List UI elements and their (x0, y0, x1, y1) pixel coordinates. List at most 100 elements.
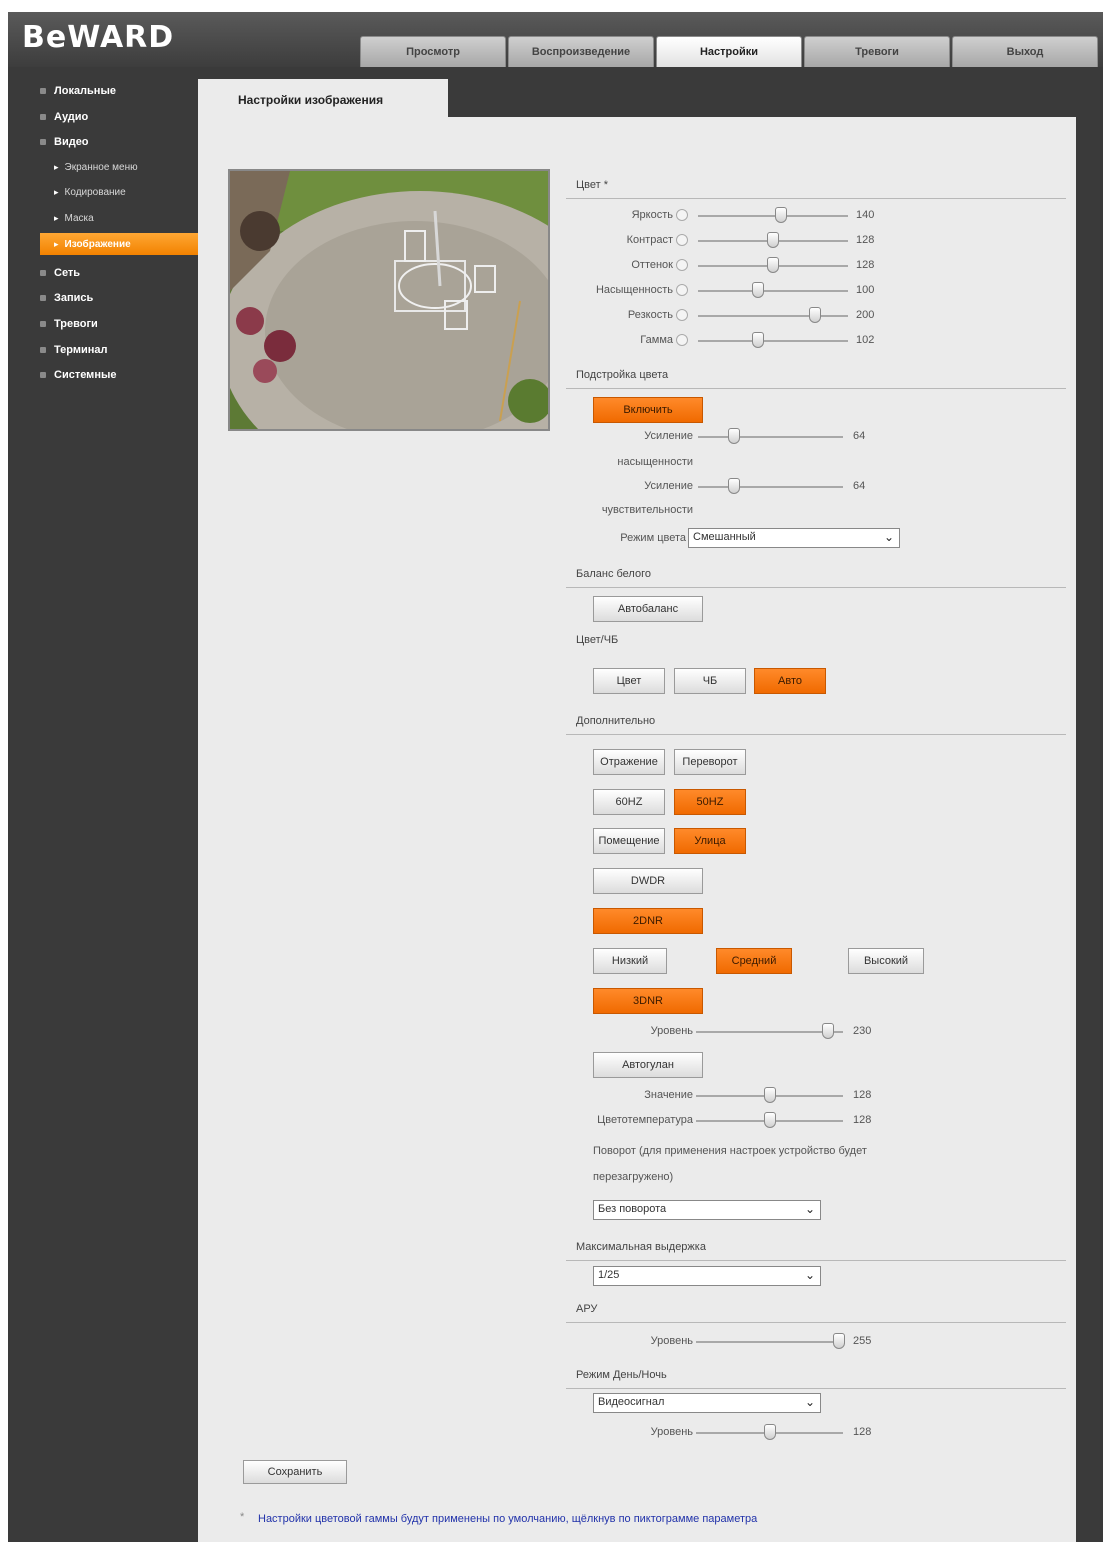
tab-playback[interactable]: Воспроизведение (508, 36, 654, 67)
bullet-icon (40, 372, 46, 378)
chevron-right-icon: ▸ (54, 238, 59, 249)
sidebar-item-video[interactable]: Видео (8, 131, 198, 153)
3dnr-level-label: Уровень (650, 1025, 693, 1037)
flip-button[interactable]: Переворот (674, 749, 746, 775)
color-slider-track (698, 315, 848, 317)
bullet-icon (40, 139, 46, 145)
tab-settings[interactable]: Настройки (656, 36, 802, 67)
hz60-button[interactable]: 60HZ (593, 789, 665, 815)
daynight-select[interactable]: Видеосигнал ⌄ (593, 1393, 821, 1413)
sidebar-item-label: Видео (54, 136, 89, 148)
sidebar-item-label: Тревоги (54, 318, 98, 330)
divider (566, 1260, 1066, 1261)
bullet-icon (40, 270, 46, 276)
auto-white-balance-button[interactable]: Автобаланс (593, 596, 703, 622)
3dnr-button[interactable]: 3DNR (593, 988, 703, 1014)
autogain-button[interactable]: Автогулан (593, 1052, 703, 1078)
tab-view[interactable]: Просмотр (360, 36, 506, 67)
dwdr-button[interactable]: DWDR (593, 868, 703, 894)
daynight-level-slider[interactable] (763, 1424, 776, 1440)
sidebar-sub-image[interactable]: ▸ Изображение (40, 233, 198, 255)
color-slider-thumb[interactable] (752, 332, 764, 348)
reset-icon[interactable] (676, 234, 688, 246)
sidebar-item-local[interactable]: Локальные (8, 80, 198, 102)
content-panel: Настройки изображения Цвет * Яркость 140… (198, 79, 1076, 1542)
sidebar-item-label: Системные (54, 369, 117, 381)
3dnr-level-slider[interactable] (822, 1023, 835, 1039)
divider (566, 388, 1066, 389)
reset-icon[interactable] (676, 309, 688, 321)
section-color-bw-label: Цвет/ЧБ (576, 634, 619, 646)
outdoor-button[interactable]: Улица (674, 828, 746, 854)
sidebar-item-record[interactable]: Запись (8, 287, 198, 309)
sidebar-item-system[interactable]: Системные (8, 364, 198, 386)
camera-preview (228, 169, 550, 431)
reset-icon[interactable] (676, 334, 688, 346)
sidebar-sub-mask[interactable]: ▸ Маска (8, 207, 198, 229)
reset-icon[interactable] (676, 209, 688, 221)
sidebar-item-terminal[interactable]: Терминал (8, 339, 198, 361)
color-temp-label: Цветотемпература (597, 1114, 693, 1126)
save-button[interactable]: Сохранить (243, 1460, 347, 1484)
bw-mode-button[interactable]: ЧБ (674, 668, 746, 694)
section-daynight-label: Режим День/Ночь (576, 1369, 667, 1381)
color-mode-select[interactable]: Смешанный ⌄ (688, 528, 900, 548)
level-high-button[interactable]: Высокий (848, 948, 924, 974)
color-temp-slider[interactable] (763, 1112, 776, 1128)
reset-icon[interactable] (676, 259, 688, 271)
color-slider-thumb[interactable] (767, 257, 779, 273)
color-slider-thumb[interactable] (752, 282, 764, 298)
sidebar-item-label: Аудио (54, 111, 89, 123)
agc-level-slider[interactable] (832, 1333, 845, 1349)
sidebar-sub-label: Маска (64, 212, 94, 224)
tab-logout[interactable]: Выход (952, 36, 1098, 67)
color-slider-value: 140 (856, 209, 875, 221)
bullet-icon (40, 295, 46, 301)
sidebar-sub-encoding[interactable]: ▸ Кодирование (8, 181, 198, 203)
max-exposure-select[interactable]: 1/25 ⌄ (593, 1266, 821, 1286)
sidebar-item-audio[interactable]: Аудио (8, 106, 198, 128)
tab-alarms[interactable]: Тревоги (804, 36, 950, 67)
color-slider-thumb[interactable] (767, 232, 779, 248)
2dnr-button[interactable]: 2DNR (593, 908, 703, 934)
page-tab[interactable]: Настройки изображения (198, 79, 448, 117)
color-slider-label: Резкость (627, 309, 673, 321)
auto-mode-button[interactable]: Авто (754, 668, 826, 694)
agc-level-label: Уровень (650, 1335, 693, 1347)
indoor-button[interactable]: Помещение (593, 828, 665, 854)
3dnr-level-value: 230 (853, 1025, 872, 1037)
hz50-button[interactable]: 50HZ (674, 789, 746, 815)
rotate-note: Поворот (для применения настроек устройс… (593, 1145, 867, 1157)
preview-image (230, 171, 548, 429)
rotate-note-2: перезагружено) (593, 1171, 674, 1183)
mirror-button[interactable]: Отражение (593, 749, 665, 775)
color-mode-label: Режим цвета (620, 532, 686, 544)
bullet-icon (40, 88, 46, 94)
sensitivity-gain-label-2: чувствительности (601, 504, 693, 516)
color-slider-label: Насыщенность (595, 284, 673, 296)
sidebar-item-alarms[interactable]: Тревоги (8, 313, 198, 335)
agc-level-track (696, 1341, 843, 1343)
color-mode-button[interactable]: Цвет (593, 668, 665, 694)
chevron-down-icon: ⌄ (804, 1395, 815, 1409)
saturation-gain-label-2: насыщенности (617, 456, 693, 468)
value-slider[interactable] (763, 1087, 776, 1103)
rotate-select[interactable]: Без поворота ⌄ (593, 1200, 821, 1220)
sidebar-sub-label: Экранное меню (64, 161, 138, 173)
logo: BeWARD (22, 20, 175, 55)
sidebar-item-network[interactable]: Сеть (8, 262, 198, 284)
sensitivity-gain-slider[interactable] (728, 478, 741, 494)
sidebar: Локальные Аудио Видео ▸ Экранное меню ▸ Ко… (8, 67, 198, 1542)
main-tabs: Просмотр Воспроизведение Настройки Трево… (360, 36, 1100, 67)
color-slider-track (698, 340, 848, 342)
value-value: 128 (853, 1089, 872, 1101)
divider (566, 1388, 1066, 1389)
reset-icon[interactable] (676, 284, 688, 296)
level-medium-button[interactable]: Средний (716, 948, 792, 974)
sidebar-sub-osd[interactable]: ▸ Экранное меню (8, 156, 198, 178)
saturation-gain-slider[interactable] (728, 428, 741, 444)
level-low-button[interactable]: Низкий (593, 948, 667, 974)
color-slider-thumb[interactable] (809, 307, 821, 323)
enable-button[interactable]: Включить (593, 397, 703, 423)
color-slider-thumb[interactable] (774, 207, 787, 223)
